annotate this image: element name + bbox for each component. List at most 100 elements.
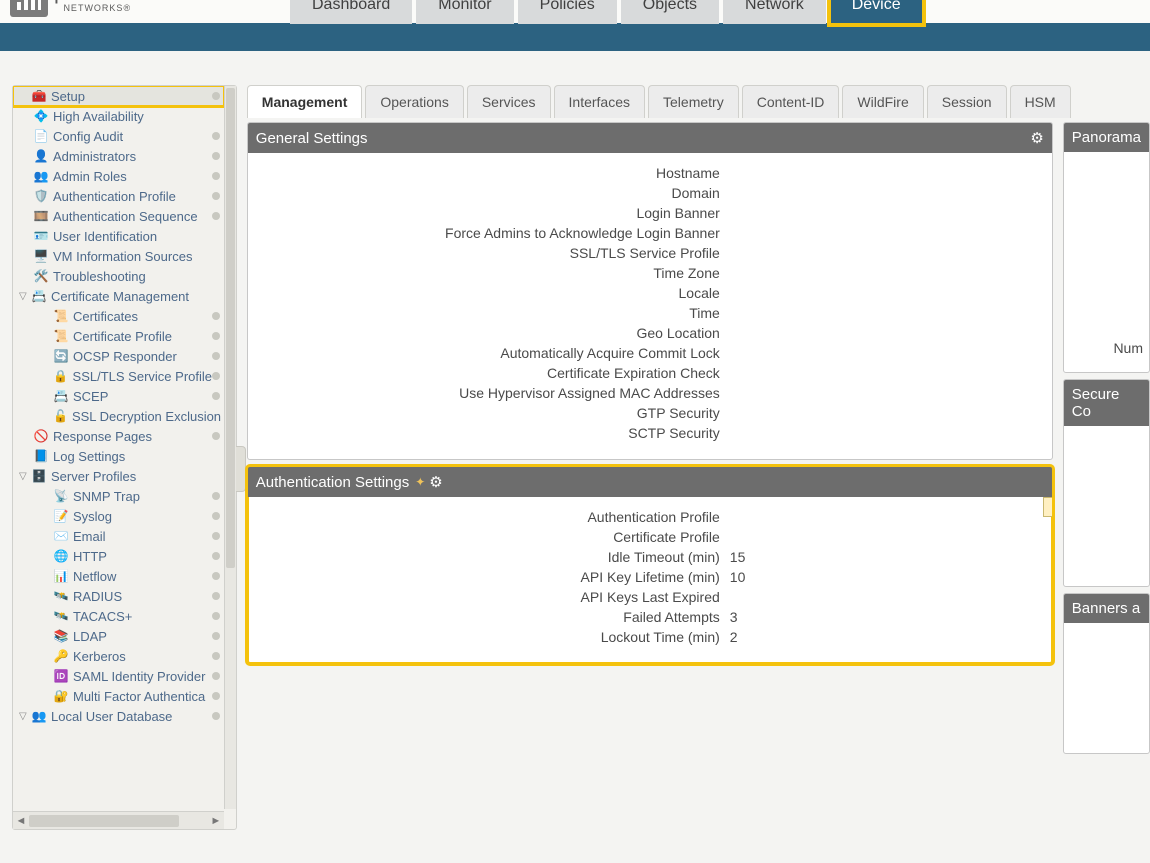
sidebar-item[interactable]: ▽📇Certificate Management [13, 286, 224, 306]
sidebar-item[interactable]: 📄Config Audit [13, 126, 224, 146]
subtab[interactable]: Management [247, 85, 363, 118]
sidebar-item[interactable]: 🌐HTTP [13, 546, 224, 566]
sidebar-item-label: TACACS+ [73, 609, 132, 624]
subtab[interactable]: HSM [1010, 85, 1071, 118]
field-label: API Key Lifetime (min) [258, 569, 730, 585]
sidebar-item[interactable]: 🔑Kerberos [13, 646, 224, 666]
tab-device[interactable]: Device [830, 0, 923, 24]
main-content: ManagementOperationsServicesInterfacesTe… [237, 85, 1150, 830]
sidebar-scrollbar-horizontal[interactable]: ◄ ► [13, 811, 224, 829]
sidebar-item[interactable]: 🎞️Authentication Sequence [13, 206, 224, 226]
sidebar-item[interactable]: 👥Admin Roles [13, 166, 224, 186]
sidebar-item[interactable]: 💠High Availability [13, 106, 224, 126]
gear-icon[interactable]: ⚙ [429, 473, 442, 491]
status-dot-icon [212, 512, 220, 520]
gear-icon[interactable]: ⚙ [1030, 129, 1043, 147]
subtab[interactable]: Interfaces [554, 85, 645, 118]
sidebar-item[interactable]: 🔄OCSP Responder [13, 346, 224, 366]
field-row: API Key Lifetime (min)10 [258, 569, 1042, 585]
sidebar-item[interactable]: ▽👥Local User Database [13, 706, 224, 726]
authentication-settings-panel: Authentication Settings ✦ ⚙ Edit Authent… [247, 466, 1053, 664]
status-dot-icon [212, 552, 220, 560]
subtab[interactable]: Services [467, 85, 551, 118]
item-icon: 📝 [53, 508, 69, 524]
sidebar-item[interactable]: 🪪User Identification [13, 226, 224, 246]
field-row: SCTP Security [258, 425, 1042, 441]
sidebar-item[interactable]: 🔓SSL Decryption Exclusion [13, 406, 224, 426]
status-dot-icon [212, 212, 220, 220]
item-icon: 📊 [53, 568, 69, 584]
item-icon: 📡 [53, 488, 69, 504]
field-row: Idle Timeout (min)15 [258, 549, 1042, 565]
sidebar-item[interactable]: 👤Administrators [13, 146, 224, 166]
field-label: Lockout Time (min) [258, 629, 730, 645]
sidebar-item[interactable]: 🛰️RADIUS [13, 586, 224, 606]
sidebar-item-label: Local User Database [51, 709, 172, 724]
panorama-panel: Panorama Num [1063, 122, 1150, 373]
sidebar-item[interactable]: 📝Syslog [13, 506, 224, 526]
subtab[interactable]: Telemetry [648, 85, 739, 118]
sidebar-item[interactable]: 📜Certificates [13, 306, 224, 326]
sidebar-item-label: Log Settings [53, 449, 125, 464]
sidebar-item-label: Admin Roles [53, 169, 127, 184]
sidebar-item[interactable]: 🖥️VM Information Sources [13, 246, 224, 266]
panel-title: Secure Co [1072, 386, 1141, 420]
sidebar-item[interactable]: 📊Netflow [13, 566, 224, 586]
sidebar-item-label: LDAP [73, 629, 107, 644]
tab-monitor[interactable]: Monitor [416, 0, 513, 24]
scroll-left-icon[interactable]: ◄ [13, 815, 29, 827]
sidebar-item[interactable]: ▽🗄️Server Profiles [13, 466, 224, 486]
sidebar-scrollbar-vertical[interactable] [224, 86, 236, 809]
item-icon: 🌐 [53, 548, 69, 564]
item-icon: 👥 [31, 708, 47, 724]
subtab[interactable]: Session [927, 85, 1007, 118]
general-settings-panel: General Settings ⚙ HostnameDomainLogin B… [247, 122, 1053, 460]
item-icon: 📇 [31, 288, 47, 304]
field-row: Force Admins to Acknowledge Login Banner [258, 225, 1042, 241]
sidebar-item[interactable]: ✉️Email [13, 526, 224, 546]
tab-objects[interactable]: Objects [621, 0, 719, 24]
status-dot-icon [212, 532, 220, 540]
sidebar-item[interactable]: 📜Certificate Profile [13, 326, 224, 346]
scroll-right-icon[interactable]: ► [208, 815, 224, 827]
field-label: Geo Location [258, 325, 730, 341]
sidebar-item[interactable]: 📡SNMP Trap [13, 486, 224, 506]
item-icon: 📄 [33, 128, 49, 144]
field-label: Time Zone [258, 265, 730, 281]
sidebar-item[interactable]: 🔐Multi Factor Authentica [13, 686, 224, 706]
sidebar-item[interactable]: 🔒SSL/TLS Service Profile [13, 366, 224, 386]
tab-policies[interactable]: Policies [518, 0, 617, 24]
secure-panel: Secure Co [1063, 379, 1150, 587]
brand-sub: NETWORKS® [54, 0, 131, 17]
sidebar-item[interactable]: 🛰️TACACS+ [13, 606, 224, 626]
sidebar-item[interactable]: 🧰Setup [13, 86, 224, 106]
sidebar-item[interactable]: 📚 LDAP [13, 626, 224, 646]
sidebar-item-label: High Availability [53, 109, 144, 124]
item-icon: 🗄️ [31, 468, 47, 484]
sidebar-item[interactable]: 🛠️Troubleshooting [13, 266, 224, 286]
panel-title: Authentication Settings [256, 474, 409, 491]
status-dot-icon [212, 312, 220, 320]
panel-title: Panorama [1072, 129, 1141, 146]
status-dot-icon [212, 492, 220, 500]
sidebar-item-label: SSL/TLS Service Profile [73, 369, 212, 384]
subtab[interactable]: WildFire [842, 85, 923, 118]
sidebar-item[interactable]: 🆔SAML Identity Provider [13, 666, 224, 686]
tab-network[interactable]: Network [723, 0, 826, 24]
sidebar-item[interactable]: 🛡️Authentication Profile [13, 186, 224, 206]
status-dot-icon [212, 592, 220, 600]
item-icon: 📚 [53, 628, 69, 644]
sidebar-item[interactable]: 📇SCEP [13, 386, 224, 406]
sidebar-tree: 🧰Setup💠High Availability📄Config Audit👤Ad… [13, 86, 224, 726]
caret-icon: ▽ [19, 471, 31, 482]
field-row: Time [258, 305, 1042, 321]
sidebar-item[interactable]: 📘Log Settings [13, 446, 224, 466]
sidebar-item[interactable]: 🚫Response Pages [13, 426, 224, 446]
tab-dashboard[interactable]: Dashboard [290, 0, 412, 24]
subtab[interactable]: Content-ID [742, 85, 840, 118]
field-row: Lockout Time (min)2 [258, 629, 1042, 645]
subtab[interactable]: Operations [365, 85, 463, 118]
refresh-icon[interactable]: ✦ [415, 475, 425, 489]
field-row: Authentication Profile [258, 509, 1042, 525]
field-label: Authentication Profile [258, 509, 730, 525]
